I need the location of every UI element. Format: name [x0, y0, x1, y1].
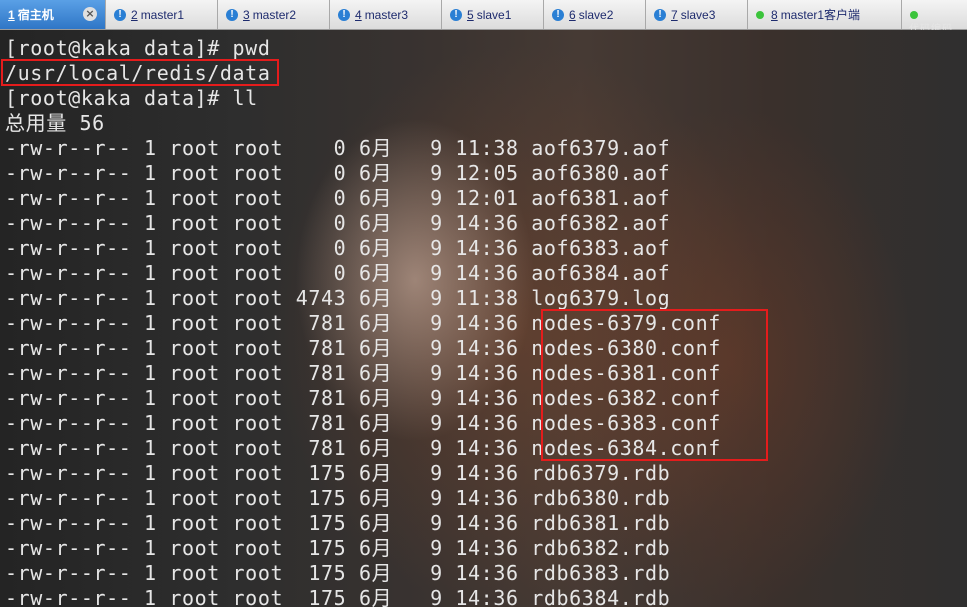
tab-master2[interactable]: ! 3 master2 — [218, 0, 330, 29]
warning-icon: ! — [654, 8, 666, 21]
terminal-line: -rw-r--r-- 1 root root 175 6月 9 14:36 rd… — [5, 536, 671, 560]
highlight-box-pwd-output — [1, 59, 279, 86]
tab-number: 5 — [467, 7, 474, 22]
terminal-line: 总用量 56 — [5, 111, 105, 135]
tab-number: 6 — [569, 7, 576, 22]
tab-slave3[interactable]: ! 7 slave3 — [646, 0, 748, 29]
terminal-line: -rw-r--r-- 1 root root 0 6月 9 12:05 aof6… — [5, 161, 671, 185]
connected-icon — [756, 10, 764, 19]
terminal-line: -rw-r--r-- 1 root root 175 6月 9 14:36 rd… — [5, 486, 671, 510]
terminal-line: [root@kaka data]# pwd — [5, 36, 271, 60]
close-icon[interactable]: × — [83, 7, 97, 21]
highlight-box-nodes-conf — [541, 309, 768, 461]
terminal-line: [root@kaka data]# ll — [5, 86, 258, 110]
terminal-line: -rw-r--r-- 1 root root 4743 6月 9 11:38 l… — [5, 286, 671, 310]
tab-number: 2 — [131, 7, 138, 22]
terminal-line: -rw-r--r-- 1 root root 0 6月 9 14:36 aof6… — [5, 261, 671, 285]
terminal-line: -rw-r--r-- 1 root root 175 6月 9 14:36 rd… — [5, 586, 671, 607]
terminal-line: -rw-r--r-- 1 root root 175 6月 9 14:36 rd… — [5, 511, 671, 535]
tab-label: master1 — [140, 7, 185, 22]
terminal-line: -rw-r--r-- 1 root root 0 6月 9 14:36 aof6… — [5, 211, 671, 235]
connected-icon — [910, 10, 918, 19]
tab-label: 宿主机 — [17, 8, 54, 22]
tab-label: master1客户端 — [780, 8, 861, 22]
tab-number: 1 — [8, 7, 15, 22]
tab-number: 3 — [243, 7, 250, 22]
tab-number: 4 — [355, 7, 362, 22]
terminal[interactable]: [root@kaka data]# pwd/usr/local/redis/da… — [0, 30, 967, 607]
tab-slave1[interactable]: ! 5 slave1 — [442, 0, 544, 29]
warning-icon: ! — [226, 8, 238, 21]
warning-icon: ! — [338, 8, 350, 21]
terminal-line: -rw-r--r-- 1 root root 0 6月 9 11:38 aof6… — [5, 136, 671, 160]
warning-icon: ! — [114, 8, 126, 21]
tab-label: slave1 — [476, 7, 512, 22]
tab-label: slave3 — [680, 7, 716, 22]
tab-bar: 1 宿主机 × ! 2 master1 ! 3 master2 ! 4 mast… — [0, 0, 967, 35]
tab-master1[interactable]: ! 2 master1 — [106, 0, 218, 29]
terminal-line: -rw-r--r-- 1 root root 175 6月 9 14:36 rd… — [5, 461, 671, 485]
tab-master3[interactable]: ! 4 master3 — [330, 0, 442, 29]
tab-slave2[interactable]: ! 6 slave2 — [544, 0, 646, 29]
terminal-line: -rw-r--r-- 1 root root 0 6月 9 14:36 aof6… — [5, 236, 671, 260]
warning-icon: ! — [552, 8, 564, 21]
terminal-line: -rw-r--r-- 1 root root 0 6月 9 12:01 aof6… — [5, 186, 671, 210]
warning-icon: ! — [450, 8, 462, 21]
terminal-line: -rw-r--r-- 1 root root 175 6月 9 14:36 rd… — [5, 561, 671, 585]
tab-label: master3 — [364, 7, 409, 22]
tab-number: 7 — [671, 7, 678, 22]
tab-number: 8 — [771, 7, 778, 22]
tab-label: slave2 — [578, 7, 614, 22]
tab-label: master2 — [252, 7, 297, 22]
tab-host[interactable]: 1 宿主机 × — [0, 0, 106, 29]
tab-master1-client[interactable]: 8 master1客户端 — [748, 0, 902, 29]
